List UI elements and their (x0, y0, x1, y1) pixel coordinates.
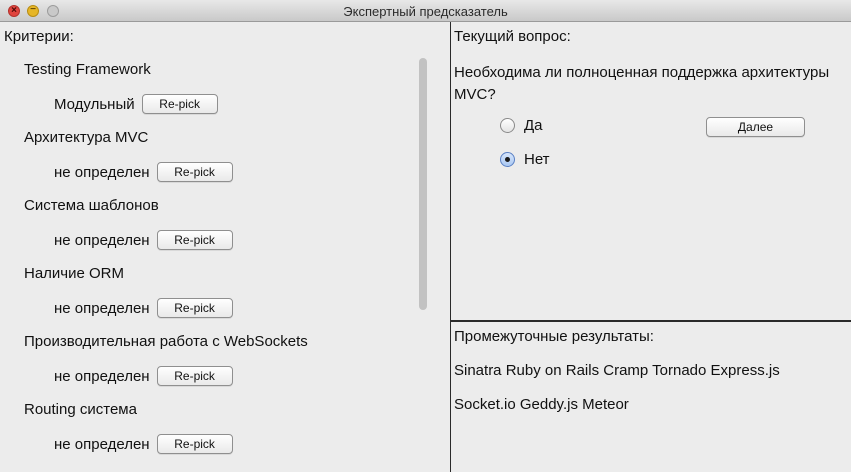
results-line: Socket.io Geddy.js Meteor (454, 396, 629, 413)
radio-no[interactable] (500, 152, 515, 167)
repick-button[interactable]: Re-pick (156, 366, 233, 386)
criterion-value-row: не определен Re-pick (54, 229, 233, 251)
criterion-name: Routing система (24, 401, 137, 418)
option-label: Да (524, 117, 543, 134)
criterion-value-row: не определен Re-pick (54, 365, 233, 387)
question-panel: Текущий вопрос: Необходима ли полноценна… (451, 22, 851, 322)
repick-button[interactable]: Re-pick (156, 162, 233, 182)
next-button[interactable]: Далее (706, 117, 805, 137)
repick-button[interactable]: Re-pick (141, 94, 218, 114)
criterion-value-row: не определен Re-pick (54, 433, 233, 455)
criterion-name: Архитектура MVC (24, 129, 149, 146)
criterion-value: не определен (54, 163, 150, 181)
option-yes[interactable]: Да (500, 117, 543, 134)
repick-button[interactable]: Re-pick (156, 434, 233, 454)
criterion-name: Testing Framework (24, 61, 151, 78)
criterion-value: Модульный (54, 95, 135, 113)
question-text: Необходима ли полноценная поддержка архи… (454, 64, 830, 103)
criterion-value-row: не определен Re-pick (54, 161, 233, 183)
criterion-value-row: Модульный Re-pick (54, 93, 218, 115)
results-label: Промежуточные результаты: (454, 328, 654, 345)
repick-button[interactable]: Re-pick (156, 298, 233, 318)
criterion-name: Производительная работа с WebSockets (24, 333, 308, 350)
criteria-scrollbar[interactable] (415, 52, 431, 472)
question-label: Текущий вопрос: (454, 28, 571, 45)
criterion-value: не определен (54, 299, 150, 317)
results-line: Sinatra Ruby on Rails Cramp Tornado Expr… (454, 362, 780, 379)
title-bar: × − Экспертный предсказатель (0, 0, 851, 22)
criteria-label: Критерии: (4, 28, 74, 45)
results-panel: Промежуточные результаты: Sinatra Ruby o… (451, 322, 851, 472)
criterion-name: Наличие ORM (24, 265, 125, 282)
scrollbar-thumb[interactable] (419, 58, 427, 310)
option-no[interactable]: Нет (500, 151, 550, 168)
criterion-value: не определен (54, 367, 150, 385)
criterion-value-row: не определен Re-pick (54, 297, 233, 319)
criterion-value: не определен (54, 435, 150, 453)
repick-button[interactable]: Re-pick (156, 230, 233, 250)
criteria-panel: Критерии: Testing Framework Модульный Re… (0, 22, 451, 472)
window-title: Экспертный предсказатель (343, 4, 508, 19)
criterion-value: не определен (54, 231, 150, 249)
criterion-name: Система шаблонов (24, 197, 159, 214)
option-label: Нет (524, 151, 550, 168)
radio-yes[interactable] (500, 118, 515, 133)
